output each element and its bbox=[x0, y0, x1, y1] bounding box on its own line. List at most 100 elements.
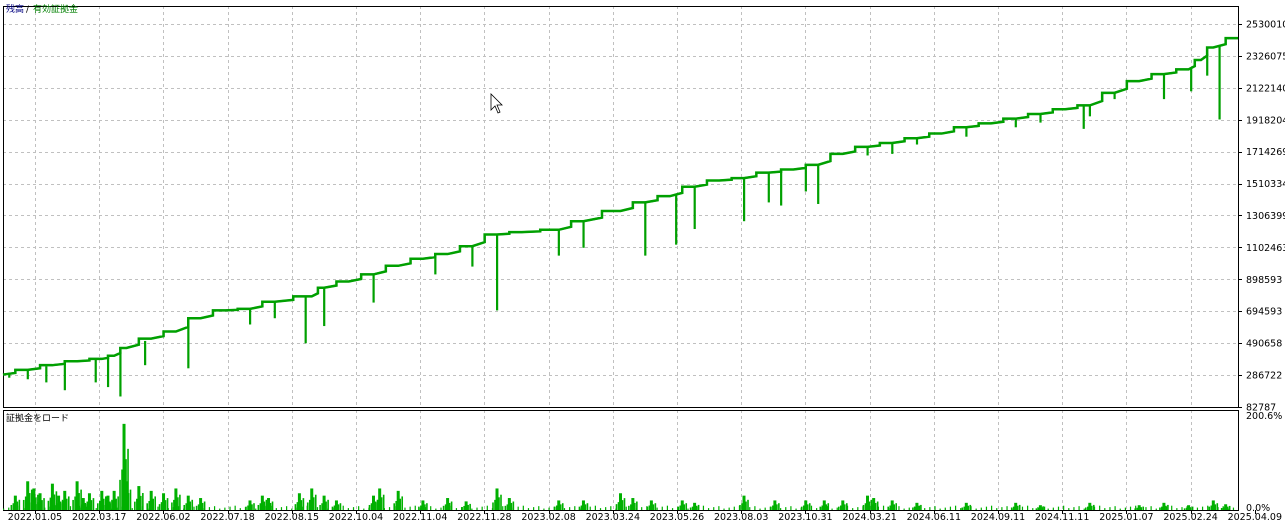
margin-load-baseline bbox=[409, 506, 411, 510]
margin-load-baseline bbox=[908, 507, 910, 510]
margin-load-baseline bbox=[913, 506, 916, 510]
margin-load-baseline bbox=[605, 507, 607, 510]
margin-load-bar bbox=[683, 504, 686, 510]
margin-load-baseline bbox=[1176, 508, 1178, 510]
x-tick-label: 2023.05.26 bbox=[650, 512, 704, 523]
margin-load-baseline bbox=[229, 506, 231, 510]
margin-load-baseline bbox=[255, 508, 257, 510]
margin-load-baseline bbox=[162, 505, 164, 510]
margin-load-baseline bbox=[8, 507, 10, 510]
x-tick-label: 2024.09.11 bbox=[971, 512, 1025, 523]
margin-load-baseline bbox=[826, 506, 828, 510]
margin-load-series bbox=[3, 423, 1235, 510]
margin-load-baseline bbox=[44, 507, 46, 510]
margin-load-bar bbox=[1159, 507, 1161, 510]
equity-drawdown-mark bbox=[866, 146, 869, 156]
equity-drawdown-mark bbox=[804, 167, 807, 192]
margin-load-bar bbox=[745, 501, 747, 510]
margin-load-baseline bbox=[1186, 506, 1188, 510]
margin-load-baseline bbox=[131, 508, 133, 510]
margin-load-baseline bbox=[445, 506, 447, 510]
margin-load-baseline bbox=[286, 506, 288, 510]
margin-load-baseline bbox=[898, 506, 900, 510]
margin-load-baseline bbox=[28, 507, 30, 510]
x-tick-label: 2023.02.08 bbox=[521, 512, 575, 523]
margin-load-baseline bbox=[759, 508, 761, 510]
margin-load-bar bbox=[1085, 507, 1087, 510]
margin-load-baseline bbox=[594, 505, 596, 510]
margin-load-baseline bbox=[821, 507, 823, 510]
margin-load-baseline bbox=[111, 508, 113, 510]
margin-load-baseline bbox=[816, 508, 818, 510]
equity-drawdown-mark bbox=[45, 366, 48, 383]
margin-load-baseline bbox=[877, 506, 879, 510]
margin-load-baseline bbox=[224, 507, 226, 510]
equity-drawdown-mark bbox=[915, 138, 919, 145]
margin-load-bar bbox=[442, 505, 445, 510]
margin-load-baseline bbox=[399, 508, 401, 510]
margin-load-baseline bbox=[1140, 508, 1142, 510]
margin-load-bar bbox=[463, 505, 465, 510]
margin-load-bar bbox=[319, 504, 321, 510]
equity-drawdown-mark bbox=[323, 287, 326, 327]
margin-load-bar bbox=[201, 502, 204, 510]
equity-drawdown-mark bbox=[557, 229, 560, 256]
margin-load-baseline bbox=[280, 507, 283, 510]
margin-load-baseline bbox=[625, 506, 627, 510]
margin-load-bar bbox=[802, 505, 805, 510]
equity-drawdown-mark bbox=[780, 171, 783, 206]
margin-load-bar bbox=[648, 505, 651, 510]
equity-drawdown-mark bbox=[471, 246, 474, 267]
margin-load-baseline bbox=[59, 508, 61, 510]
margin-load-baseline bbox=[316, 507, 319, 510]
x-tick-label: 2022.11.04 bbox=[393, 512, 447, 523]
margin-load-baseline bbox=[1011, 508, 1013, 510]
margin-load-baseline bbox=[183, 508, 185, 510]
margin-load-baseline bbox=[291, 508, 293, 510]
margin-load-baseline bbox=[1124, 507, 1126, 510]
margin-load-baseline bbox=[599, 508, 602, 510]
margin-load-baseline bbox=[33, 506, 36, 510]
margin-load-bar bbox=[967, 505, 970, 510]
margin-load-baseline bbox=[589, 506, 591, 510]
margin-load-bar bbox=[912, 507, 914, 510]
margin-load-baseline bbox=[419, 508, 422, 510]
margin-load-bar bbox=[396, 490, 400, 510]
margin-load-baseline bbox=[980, 507, 982, 510]
equity-drawdown-mark bbox=[767, 172, 770, 203]
margin-load-baseline bbox=[661, 506, 663, 510]
margin-load-baseline bbox=[69, 506, 72, 510]
margin-load-baseline bbox=[296, 507, 298, 510]
margin-load-baseline bbox=[213, 506, 216, 510]
margin-load-bar bbox=[395, 501, 397, 510]
margin-load-baseline bbox=[512, 507, 514, 510]
margin-load-baseline bbox=[1093, 506, 1096, 510]
equity-drawdown-mark bbox=[273, 301, 276, 319]
margin-load-bar bbox=[171, 502, 173, 510]
margin-load-baseline bbox=[347, 508, 349, 510]
margin-load-baseline bbox=[136, 507, 138, 510]
x-tick-label: 2023.10.31 bbox=[778, 512, 832, 523]
margin-load-bar bbox=[382, 494, 385, 510]
margin-load-bar bbox=[507, 498, 511, 510]
margin-load-bar bbox=[31, 499, 33, 510]
margin-load-baseline bbox=[991, 505, 993, 510]
margin-load-baseline bbox=[481, 506, 483, 510]
margin-load-baseline bbox=[126, 505, 128, 510]
margin-load-baseline bbox=[805, 506, 807, 510]
margin-load-baseline bbox=[1047, 508, 1049, 510]
margin-load-bar bbox=[586, 503, 589, 510]
margin-load-baseline bbox=[1073, 507, 1075, 510]
margin-load-baseline bbox=[450, 505, 452, 510]
margin-load-bar bbox=[808, 503, 811, 510]
margin-load-baseline bbox=[460, 507, 463, 510]
margin-load-baseline bbox=[337, 506, 339, 510]
margin-load-baseline bbox=[244, 507, 247, 510]
x-tick-label: 2022.10.04 bbox=[329, 512, 383, 523]
margin-load-bar bbox=[399, 498, 401, 510]
margin-load-bar bbox=[1038, 505, 1042, 510]
margin-load-baseline bbox=[1109, 507, 1111, 510]
margin-load-bar bbox=[75, 481, 79, 510]
margin-load-bar bbox=[16, 501, 19, 510]
y-tick-label: 1306399 bbox=[1246, 211, 1285, 222]
